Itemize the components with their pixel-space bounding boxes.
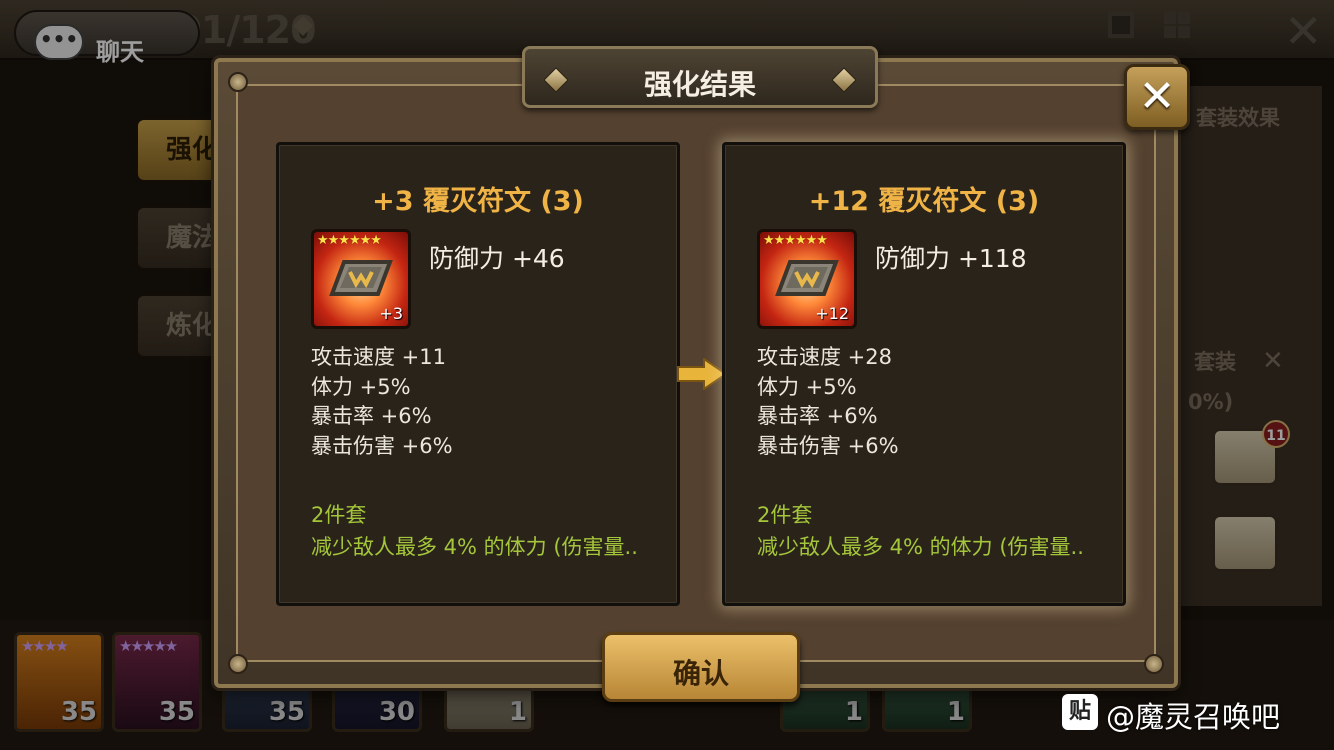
- corner-rivet-icon: [228, 72, 248, 92]
- corner-rivet-icon: [228, 654, 248, 674]
- main-stat: 防御力 +46: [429, 244, 565, 273]
- rune-before-card: +3 覆灭符文 (3) ★★★★★★ +3 防御力 +46 攻击速度 +11 体…: [276, 142, 680, 606]
- main-stat: 防御力 +118: [875, 244, 1027, 273]
- set-name: 2件套: [757, 503, 813, 527]
- sub-stat: 体力 +5%: [311, 374, 411, 399]
- sub-stat: 暴击率 +6%: [757, 404, 878, 428]
- rune-image: ★★★★★★ +12: [757, 229, 857, 329]
- sub-stat: 暴击伤害 +6%: [757, 433, 899, 458]
- close-icon: ✕: [1138, 71, 1176, 122]
- rune-stars: ★★★★★★: [317, 233, 382, 248]
- corner-rivet-icon: [1144, 654, 1164, 674]
- sub-stats: 攻击速度 +11 体力 +5% 暴击率 +6% 暴击伤害 +6%: [311, 343, 453, 461]
- arrow-right-icon: [677, 358, 728, 390]
- confirm-button[interactable]: 确认: [602, 632, 800, 702]
- tieba-logo-icon: 贴: [1062, 694, 1098, 730]
- rune-level: +12: [815, 304, 849, 323]
- sub-stat: 暴击率 +6%: [311, 404, 432, 428]
- sub-stat: 暴击伤害 +6%: [311, 433, 453, 458]
- sub-stat: 攻击速度 +11: [311, 345, 446, 369]
- set-description: 减少敌人最多 4% 的体力 (伤害量..: [757, 535, 1084, 559]
- sub-stat: 体力 +5%: [757, 374, 857, 399]
- sub-stats: 攻击速度 +28 体力 +5% 暴击率 +6% 暴击伤害 +6%: [757, 343, 899, 461]
- set-description: 减少敌人最多 4% 的体力 (伤害量..: [311, 535, 638, 559]
- set-name: 2件套: [311, 503, 367, 527]
- rune-title: +12 覆灭符文 (3): [808, 186, 1040, 217]
- dialog-title: 强化结果: [643, 68, 756, 101]
- confirm-label: 确认: [672, 657, 729, 690]
- rune-title: +3 覆灭符文 (3): [372, 186, 584, 217]
- close-button[interactable]: ✕: [1124, 64, 1190, 130]
- rune-level: +3: [379, 304, 403, 323]
- dialog-title-plate: 强化结果: [522, 46, 878, 108]
- sub-stat: 攻击速度 +28: [757, 345, 892, 369]
- rune-after-card: +12 覆灭符文 (3) ★★★★★★ +12 防御力 +118 攻击速度 +2…: [722, 142, 1126, 606]
- watermark-text: @魔灵召唤吧: [1106, 700, 1281, 734]
- rune-image: ★★★★★★ +3: [311, 229, 411, 329]
- rune-stars: ★★★★★★: [763, 233, 828, 248]
